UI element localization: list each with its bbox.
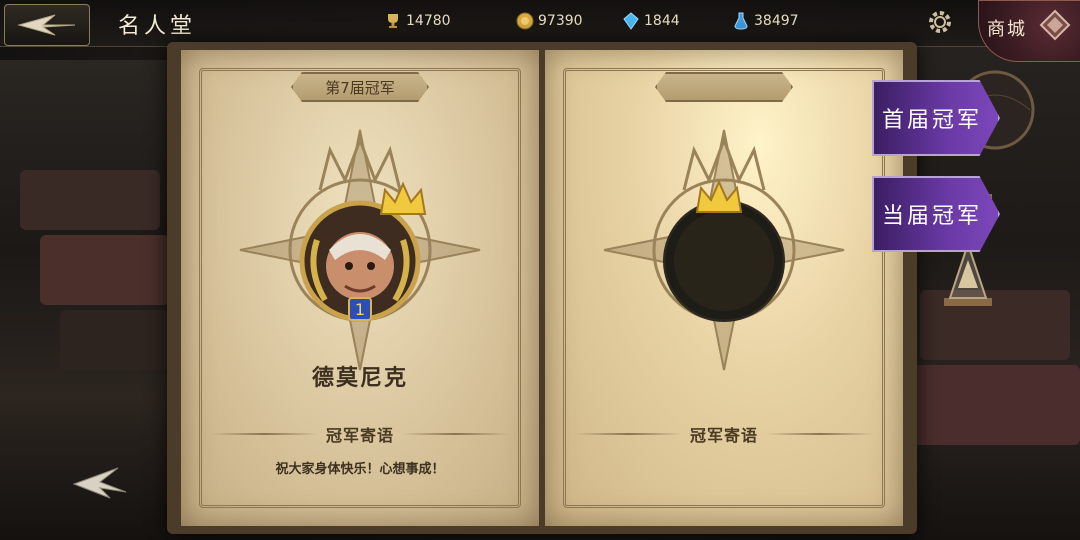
blue-crystal-icon: [623, 12, 639, 30]
page-title: 名人堂: [118, 14, 197, 39]
divider-line: [766, 433, 874, 435]
crystal-count: 1844: [644, 13, 680, 29]
hall-of-fame-book: 第7届冠军 1 德莫尼克 冠军寄语 祝大家身体快乐！心想事成！ 冠军寄语: [167, 42, 917, 534]
back-arrow-icon: [17, 14, 76, 36]
trophy-counter: 14780: [384, 12, 451, 30]
background-book: [910, 365, 1080, 445]
season-banner: [655, 72, 793, 102]
tab-first-champion[interactable]: 首届冠军: [872, 80, 1000, 156]
message-title: 冠军寄语: [326, 426, 395, 445]
crown-icon: [695, 179, 743, 213]
crystal-counter: 1844: [622, 12, 680, 30]
svg-text:1: 1: [355, 300, 365, 319]
message-title: 冠军寄语: [690, 426, 759, 445]
top-bar: 名人堂 14780 97390 1844 38497 商城: [0, 0, 1080, 62]
gold-counter: 97390: [516, 12, 583, 30]
season-banner: 第7届冠军: [291, 72, 429, 102]
champion-message: 祝大家身体快乐！心想事成！: [275, 462, 445, 477]
shop-label: 商城: [987, 19, 1027, 40]
divider-line: [575, 433, 682, 435]
tab-current-champion[interactable]: 当届冠军: [872, 176, 1000, 252]
trophy-count: 14780: [406, 13, 451, 29]
empty-champion-slot: [663, 200, 785, 322]
message-divider: 冠军寄语: [575, 422, 874, 446]
previous-arrow-icon[interactable]: [70, 462, 130, 502]
shop-emblem-icon: [1039, 9, 1071, 41]
trophy-icon: [388, 14, 398, 28]
divider-line: [211, 433, 318, 435]
gold-count: 97390: [538, 13, 583, 29]
background-book: [40, 235, 170, 305]
background-book: [60, 310, 170, 370]
crown-icon: [379, 181, 427, 215]
divider-line: [402, 433, 510, 435]
left-page: 第7届冠军 1 德莫尼克 冠军寄语 祝大家身体快乐！心想事成！: [181, 50, 539, 526]
back-button[interactable]: [4, 4, 90, 46]
gold-coin-icon: [516, 12, 534, 30]
gear-icon[interactable]: [926, 8, 954, 36]
background-book: [20, 170, 160, 230]
potion-icon: [734, 12, 748, 30]
shop-button[interactable]: 商城: [978, 0, 1080, 62]
potion-counter: 38497: [732, 12, 799, 30]
message-divider: 冠军寄语: [211, 422, 510, 446]
potion-count: 38497: [754, 13, 799, 29]
right-page: 冠军寄语: [545, 50, 903, 526]
champion-name: 德莫尼克: [311, 366, 408, 391]
